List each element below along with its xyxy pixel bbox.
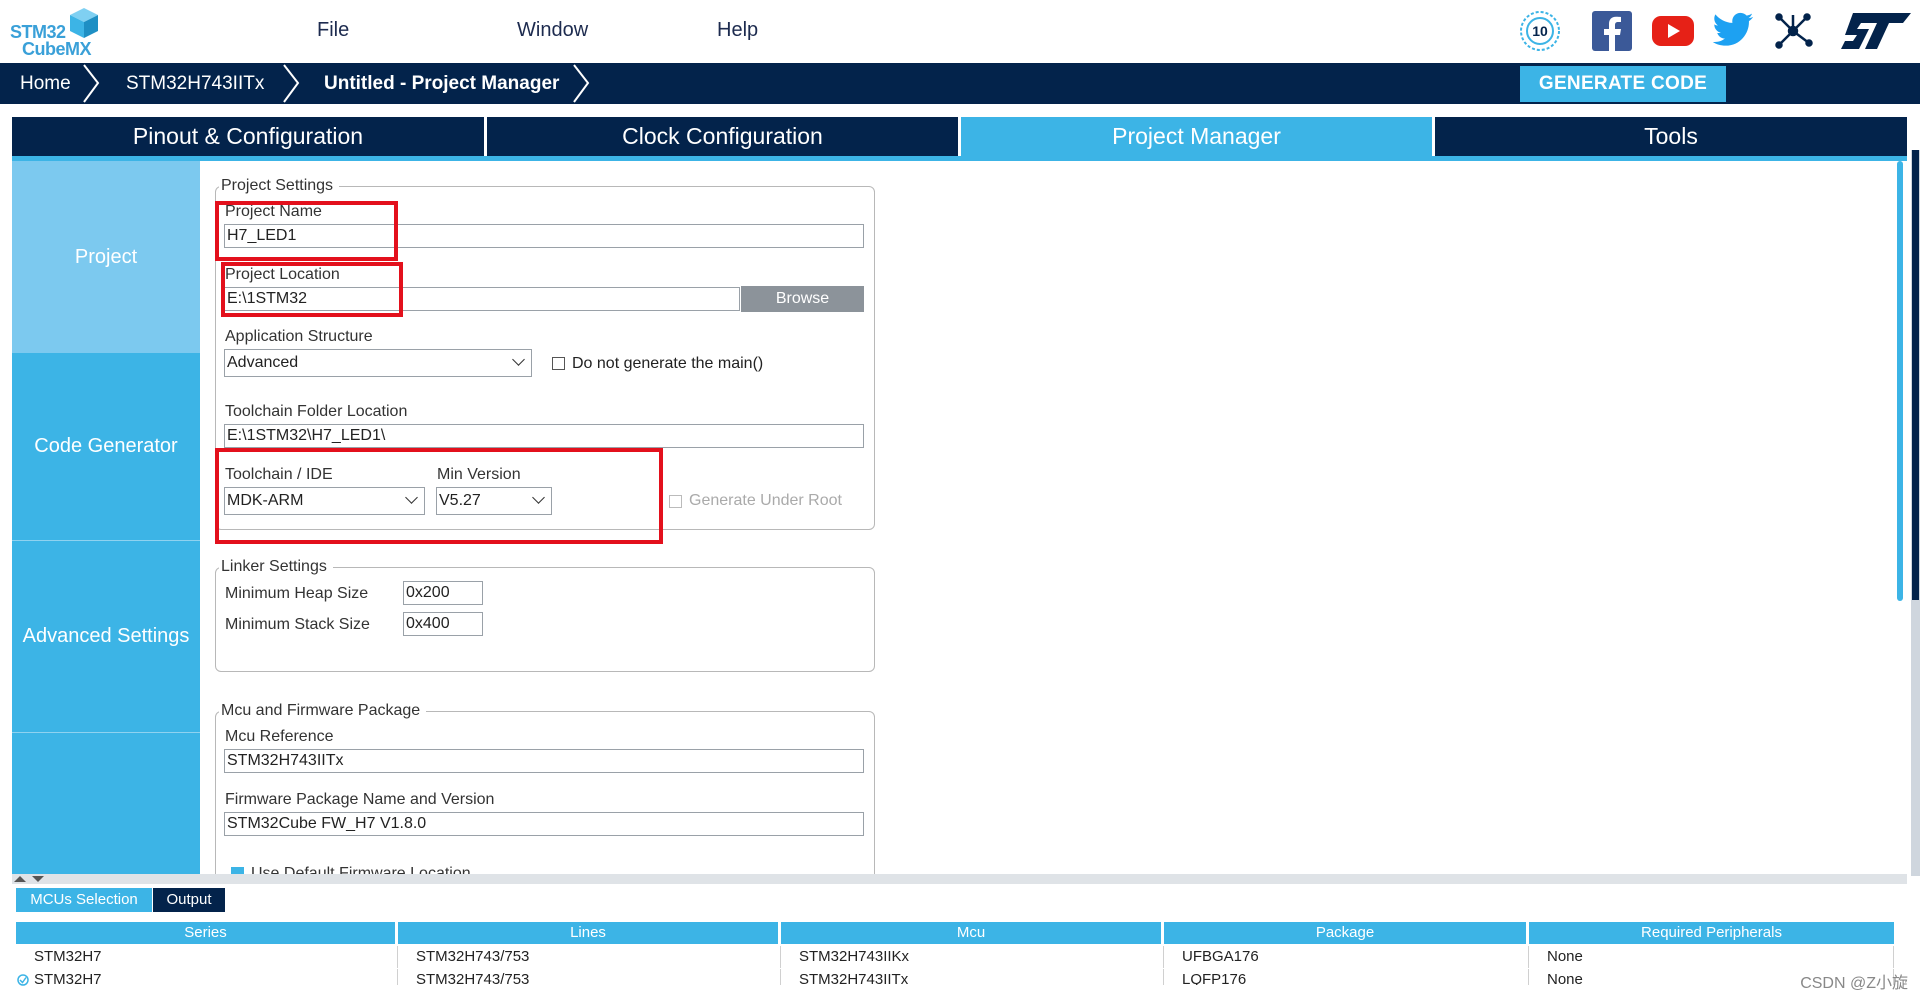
window-scrollbar-thumb[interactable] <box>1912 150 1919 600</box>
application-structure-value: Advanced <box>227 354 299 371</box>
breadcrumb-separator-icon <box>283 64 300 103</box>
highlight-box-project-name <box>215 201 398 261</box>
sidebar-item-code-generator[interactable]: Code Generator <box>12 353 200 540</box>
tab-output[interactable]: Output <box>153 888 225 912</box>
mcu-firmware-legend: Mcu and Firmware Package <box>219 702 427 720</box>
table-cell: STM32H7 <box>16 969 398 985</box>
breadcrumb-mcu[interactable]: STM32H743IITx <box>126 63 264 104</box>
breadcrumb-project-manager[interactable]: Untitled - Project Manager <box>324 63 559 104</box>
column-header-mcu[interactable]: Mcu <box>781 922 1164 944</box>
generate-code-button[interactable]: GENERATE CODE <box>1520 66 1726 102</box>
content-scrollbar-thumb[interactable] <box>1897 161 1903 601</box>
sidebar-item-project[interactable]: Project <box>12 161 200 353</box>
sidebar-item-advanced-settings[interactable]: Advanced Settings <box>12 541 200 731</box>
column-header-series[interactable]: Series <box>16 922 398 944</box>
mcu-reference-label: Mcu Reference <box>225 728 334 745</box>
content-scrollbar[interactable] <box>1896 161 1907 874</box>
stm32cubemx-logo: STM32 CubeMX <box>8 6 100 59</box>
table-cell: UFBGA176 <box>1164 946 1529 968</box>
generate-under-root-checkbox[interactable] <box>669 495 682 508</box>
cube-icon <box>70 8 98 38</box>
table-cell: STM32H743IIKx <box>781 946 1164 968</box>
project-manager-sidebar: Project Code Generator Advanced Settings <box>12 161 200 874</box>
facebook-icon[interactable] <box>1589 8 1635 54</box>
table-row[interactable]: STM32H7 STM32H743/753 STM32H743IIKx UFBG… <box>16 946 1894 968</box>
default-firmware-checkbox[interactable] <box>231 867 244 874</box>
st-logo-icon[interactable] <box>1836 8 1916 54</box>
table-cell: STM32H743/753 <box>398 946 781 968</box>
collapse-arrows-icon[interactable] <box>12 874 52 884</box>
no-main-checkbox[interactable] <box>552 357 565 370</box>
application-structure-select[interactable]: Advanced <box>224 349 532 377</box>
stack-size-label: Minimum Stack Size <box>225 616 370 633</box>
browse-button[interactable]: Browse <box>741 286 864 312</box>
table-cell: STM32H7 <box>16 946 398 968</box>
stack-size-input[interactable]: 0x400 <box>403 612 483 636</box>
mcu-reference-input[interactable]: STM32H743IITx <box>224 749 864 773</box>
panel-splitter[interactable] <box>12 874 1907 884</box>
column-header-package[interactable]: Package <box>1164 922 1529 944</box>
main-tabs: Pinout & Configuration Clock Configurati… <box>12 117 1907 156</box>
tab-clock-configuration[interactable]: Clock Configuration <box>487 117 961 156</box>
top-menu-bar: STM32 CubeMX File Window Help 10 <box>0 0 1920 63</box>
table-row[interactable]: STM32H7 STM32H743/753 STM32H743IITx LQFP… <box>16 969 1894 985</box>
column-header-required-peripherals[interactable]: Required Peripherals <box>1529 922 1894 944</box>
menu-window[interactable]: Window <box>517 19 588 42</box>
column-header-lines[interactable]: Lines <box>398 922 781 944</box>
menu-help[interactable]: Help <box>717 19 758 42</box>
menu-file[interactable]: File <box>317 19 349 42</box>
heap-size-input[interactable]: 0x200 <box>403 581 483 605</box>
watermark: CSDN @Z小旋 <box>1800 975 1908 992</box>
heap-size-label: Minimum Heap Size <box>225 585 369 602</box>
firmware-package-input[interactable]: STM32Cube FW_H7 V1.8.0 <box>224 812 864 836</box>
tab-tools[interactable]: Tools <box>1435 117 1907 156</box>
youtube-icon[interactable] <box>1650 8 1696 54</box>
default-firmware-label: Use Default Firmware Location <box>251 865 471 874</box>
breadcrumb-separator-icon <box>573 64 590 103</box>
no-main-label: Do not generate the main() <box>572 355 764 372</box>
table-cell: None <box>1529 946 1894 968</box>
highlight-box-project-location <box>221 262 403 317</box>
window-scrollbar[interactable] <box>1911 150 1920 876</box>
firmware-package-label: Firmware Package Name and Version <box>225 791 495 808</box>
generate-under-root-label: Generate Under Root <box>689 492 842 509</box>
project-settings-legend: Project Settings <box>219 177 340 195</box>
table-cell: STM32H743/753 <box>398 969 781 985</box>
toolchain-folder-label: Toolchain Folder Location <box>225 403 408 420</box>
tab-mcus-selection[interactable]: MCUs Selection <box>16 888 152 912</box>
svg-text:10: 10 <box>1532 23 1548 39</box>
chevron-down-icon <box>512 353 525 366</box>
logo-text-line2: CubeMX <box>22 39 92 59</box>
tab-project-manager[interactable]: Project Manager <box>961 117 1435 156</box>
selected-row-icon <box>17 974 29 986</box>
bottom-panel: MCUs Selection Output Series Lines Mcu P… <box>12 884 1907 1001</box>
table-cell: LQFP176 <box>1164 969 1529 985</box>
tab-pinout-configuration[interactable]: Pinout & Configuration <box>12 117 487 156</box>
project-settings-panel: Project Settings Project Name H7_LED1 Pr… <box>200 161 1895 874</box>
anniversary-badge-icon[interactable]: 10 <box>1517 8 1563 54</box>
highlight-box-toolchain <box>215 448 663 544</box>
sidebar-divider <box>12 732 200 733</box>
application-structure-label: Application Structure <box>225 328 373 345</box>
toolchain-folder-input[interactable]: E:\1STM32\H7_LED1\ <box>224 424 864 448</box>
table-cell: STM32H743IITx <box>781 969 1164 985</box>
twitter-icon[interactable] <box>1710 8 1756 54</box>
mcu-table-header: Series Lines Mcu Package Required Periph… <box>16 922 1894 944</box>
breadcrumb-separator-icon <box>83 64 100 103</box>
network-icon[interactable] <box>1770 8 1816 54</box>
linker-settings-legend: Linker Settings <box>219 558 333 576</box>
breadcrumb-home[interactable]: Home <box>20 63 71 104</box>
